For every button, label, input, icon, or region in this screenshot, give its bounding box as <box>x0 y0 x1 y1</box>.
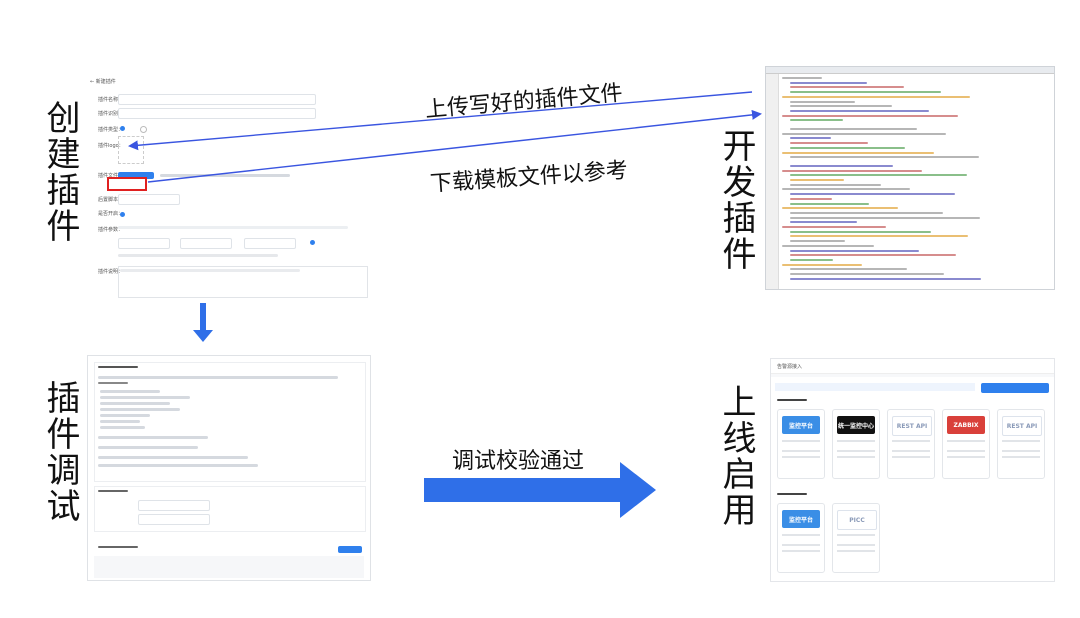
verify-label: 调试校验通过 <box>452 449 585 474</box>
down-arrow <box>193 303 213 342</box>
